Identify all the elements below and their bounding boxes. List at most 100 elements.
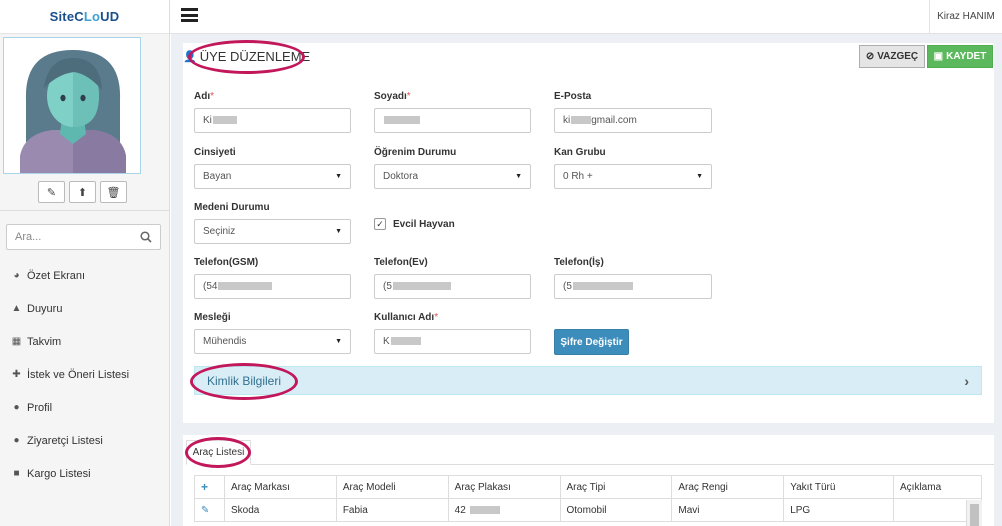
delete-photo-button[interactable]: 🗑 [100,181,127,203]
sidebar-item-duyuru[interactable]: ▲ Duyuru [0,292,170,325]
cell-renk: Mavi [671,498,785,522]
identity-section-toggle[interactable]: Kimlik Bilgileri › [194,366,982,395]
cinsiyet-value: Bayan [203,171,232,182]
user-name: Kiraz HANIM [937,11,995,22]
kullanici-field[interactable]: K [374,329,531,354]
is-label: Telefon(İş) [554,257,604,268]
ban-icon: ⊘ [865,51,875,62]
meslek-select[interactable]: Mühendis ▼ [194,329,351,354]
medeni-select[interactable]: Seçiniz ▼ [194,219,351,244]
users-icon: ● [13,402,20,413]
sidebar-item-kargo[interactable]: ■ Kargo Listesi [0,457,170,490]
table-scrollbar[interactable] [966,500,982,526]
save-button[interactable]: ▣ KAYDET [927,45,993,68]
sidebar-item-takvim[interactable]: ▦ Takvim [0,325,170,358]
cell-marka: Skoda [223,498,337,522]
page-title-text: ÜYE DÜZENLEME [199,49,311,64]
tab-arac-listesi[interactable]: Araç Listesi [186,440,251,465]
sidebar-item-ozet[interactable]: ◕ Özet Ekranı [0,259,170,292]
sidebar: SiteC Lo UD ✎ ⬆ 🗑 Ara... ◕ Özet Ekranı ▲… [0,0,170,526]
kan-select[interactable]: 0 Rh + ▼ [554,164,712,189]
cinsiyet-select[interactable]: Bayan ▼ [194,164,351,189]
search-icon[interactable] [140,231,152,243]
soyad-label: Soyadı* [374,91,411,102]
caret-down-icon: ▼ [515,173,522,180]
change-password-label: Şifre Değiştir [560,336,623,348]
sidebar-search-input[interactable] [15,231,125,243]
users-icon: ● [13,435,20,446]
edit-photo-button[interactable]: ✎ [38,181,65,203]
sidebar-item-label: Duyuru [27,302,63,315]
column-header: Yakıt Türü [783,475,895,499]
sidebar-search [6,224,161,250]
column-header: Araç Plakası [447,475,561,499]
column-header: Araç Rengi [671,475,785,499]
cell-yakit: LPG [783,498,895,522]
avatar-actions: ✎ ⬆ 🗑 [38,181,127,203]
is-value: (5 [563,281,572,292]
dashboard-icon: ◕ [13,270,20,281]
column-header: Araç Markası [223,475,337,499]
avatar-illustration [20,50,126,173]
logo-text-c: o [92,9,101,24]
sidebar-item-profil[interactable]: ● Profil [0,391,170,424]
upload-photo-button[interactable]: ⬆ [69,181,96,203]
bell-icon: ▲ [11,303,22,314]
sidebar-item-label: Kargo Listesi [27,467,91,480]
column-header: Açıklama [893,475,982,499]
sidebar-item-label: Profil [27,401,53,414]
cancel-button-label: VAZGEÇ [877,51,919,62]
cell-tip: Otomobil [559,498,673,522]
user-menu[interactable]: Kiraz HANIM [929,0,1002,33]
caret-down-icon: ▼ [335,338,342,345]
caret-down-icon: ▼ [696,173,703,180]
cars-table: + Araç Markası Araç Modeli Araç Plakası … [194,475,982,522]
ogrenim-select[interactable]: Doktora ▼ [374,164,531,189]
topbar: Kiraz HANIM [170,0,1002,34]
pencil-icon: ✎ [46,186,57,199]
gsm-field[interactable]: (54 [194,274,351,299]
evcil-checkbox[interactable]: ✓ [374,218,386,230]
caret-down-icon: ▼ [335,228,342,235]
puzzle-icon: ✚ [12,369,21,380]
soyad-field[interactable] [374,108,531,133]
gsm-value: (54 [203,281,218,292]
ad-field[interactable]: Ki [194,108,351,133]
page-title: 👤 ÜYE DÜZENLEME [183,49,310,64]
add-car-button[interactable]: + [194,475,225,499]
sidebar-item-label: Takvim [27,335,62,348]
column-header: Araç Tipi [559,475,673,499]
trash-icon: 🗑 [106,186,121,199]
menu-toggle-icon[interactable] [181,8,198,22]
column-header: Araç Modeli [335,475,449,499]
caret-down-icon: ▼ [335,173,342,180]
sidebar-item-label: Ziyaretçi Listesi [27,434,103,447]
ev-field[interactable]: (5 [374,274,531,299]
kullanici-label: Kullanıcı Adı* [374,312,439,323]
sidebar-item-ziyaretci[interactable]: ● Ziyaretçi Listesi [0,424,170,457]
ad-label: Adı* [194,91,215,102]
kan-label: Kan Grubu [554,147,606,158]
is-field[interactable]: (5 [554,274,712,299]
avatar [3,37,141,174]
chevron-right-icon: › [964,372,969,389]
change-password-button[interactable]: Şifre Değiştir [554,329,629,355]
ad-value: Ki [203,115,212,126]
logo[interactable]: SiteC Lo UD [0,0,169,34]
meslek-label: Mesleği [194,312,231,323]
save-button-label: KAYDET [946,51,987,62]
sidebar-item-label: Özet Ekranı [27,269,86,282]
edit-car-button[interactable]: ✎ [194,498,225,522]
sidebar-item-istek[interactable]: ✚ İstek ve Öneri Listesi [0,358,170,391]
calendar-icon: ▦ [11,336,22,347]
medeni-label: Medeni Durumu [194,202,270,213]
tab-label: Araç Listesi [192,447,245,458]
cell-plaka: 42 [447,498,561,522]
eposta-field[interactable]: ki gmail.com [554,108,712,133]
table-row: ✎ Skoda Fabia 42 Otomobil Mavi LPG [194,498,982,522]
eposta-label: E-Posta [554,91,592,102]
cancel-button[interactable]: ⊘ VAZGEÇ [859,45,925,68]
eposta-value-b: gmail.com [591,115,637,126]
medeni-value: Seçiniz [203,226,236,237]
logo-text-b: L [83,9,93,24]
